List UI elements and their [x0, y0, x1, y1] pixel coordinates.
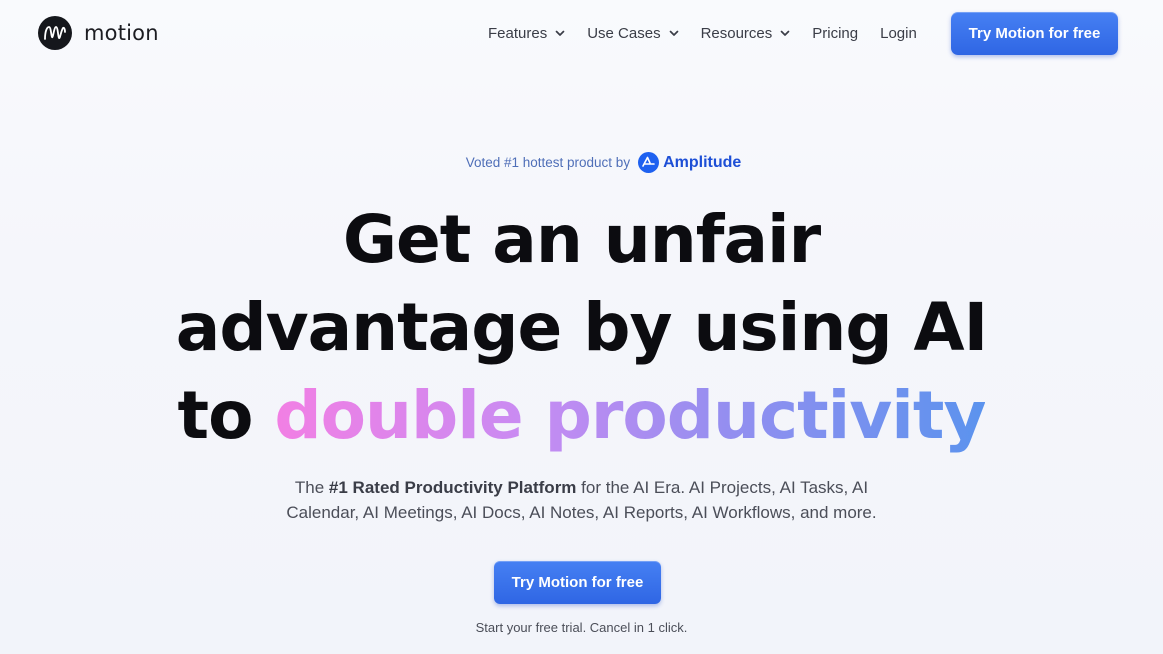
- subtext-line-2: Calendar, AI Meetings, AI Docs, AI Notes…: [286, 503, 877, 522]
- chevron-down-icon: [780, 28, 790, 38]
- amplitude-brand: Amplitude: [638, 152, 741, 173]
- nav-use-cases[interactable]: Use Cases: [587, 25, 678, 42]
- header-try-free-button[interactable]: Try Motion for free: [951, 12, 1118, 55]
- badge-text: Voted #1 hottest product by: [465, 155, 631, 170]
- subtext-pre: The: [294, 478, 325, 497]
- chevron-down-icon: [555, 28, 565, 38]
- site-header: motion Features Use Cases Resources Pric…: [0, 0, 1163, 66]
- subtext-post: for the AI Era. AI Projects, AI Tasks, A…: [581, 478, 869, 497]
- nav-pricing[interactable]: Pricing: [812, 25, 858, 42]
- award-badge: Voted #1 hottest product by Amplitude: [0, 152, 1163, 173]
- nav-login[interactable]: Login: [880, 25, 917, 42]
- trial-note: Start your free trial. Cancel in 1 click…: [475, 620, 688, 635]
- motion-logo-link[interactable]: motion: [38, 16, 159, 50]
- subtext-bold: #1 Rated Productivity Platform: [328, 478, 577, 497]
- nav-features-label: Features: [488, 24, 548, 42]
- amplitude-name: Amplitude: [663, 153, 742, 171]
- nav-use-cases-label: Use Cases: [587, 24, 661, 42]
- hero-subtext: The #1 Rated Productivity Platform for t…: [0, 475, 1163, 525]
- nav-resources-label: Resources: [700, 24, 773, 42]
- headline-line-3-plain: to: [177, 377, 254, 454]
- headline-line-3: to double productivity: [0, 372, 1163, 460]
- nav-features[interactable]: Features: [488, 25, 565, 42]
- hero-headline: Get an unfair advantage by using AI to d…: [0, 196, 1163, 460]
- headline-line-2: advantage by using AI: [175, 289, 988, 366]
- nav-resources[interactable]: Resources: [701, 25, 791, 42]
- main-nav: Features Use Cases Resources Pricing Log…: [488, 0, 939, 66]
- logo-text: motion: [84, 21, 159, 45]
- hero-try-free-button[interactable]: Try Motion for free: [494, 561, 661, 604]
- headline-line-1: Get an unfair: [342, 201, 821, 278]
- motion-logo-icon: [38, 16, 72, 50]
- chevron-down-icon: [669, 28, 679, 38]
- amplitude-logo-icon: [638, 152, 660, 173]
- headline-gradient-text: double productivity: [274, 377, 986, 454]
